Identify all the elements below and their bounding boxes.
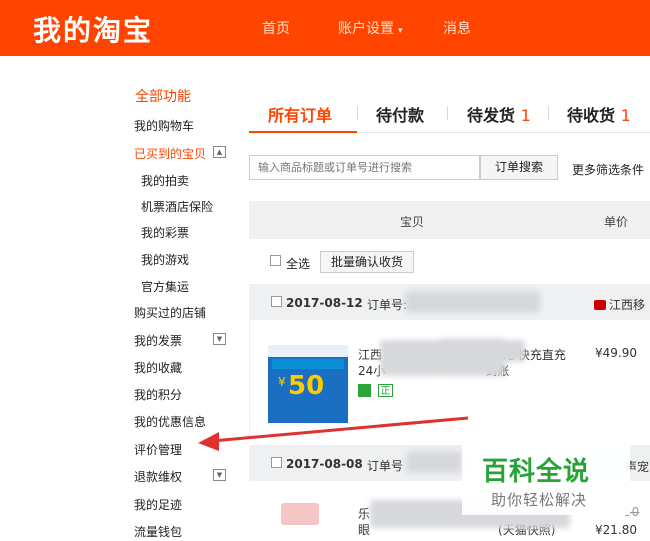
order-date: 2017-08-08	[286, 457, 363, 471]
collapse-toggle-icon[interactable]: ▲	[213, 146, 226, 158]
order-number-label: 订单号	[367, 459, 404, 473]
nav-messages-link[interactable]: 消息	[443, 18, 471, 38]
product-subtitle-start: 眼	[358, 523, 371, 537]
thumbnail-header-strip	[268, 345, 348, 357]
tab-pending-payment[interactable]: 待付款	[376, 102, 424, 126]
authentic-badge: 正	[378, 384, 393, 397]
nav-home-link[interactable]: 首页	[262, 18, 290, 38]
blurred-order-number	[406, 451, 462, 473]
sidebar-item-footprints[interactable]: 我的足迹	[134, 496, 182, 513]
chevron-down-icon: ▾	[398, 26, 403, 36]
shop-icon	[594, 300, 606, 310]
taobao-logo[interactable]: 我的淘宝	[33, 9, 153, 49]
top-bar: 我的淘宝 首页 账户设置 ▾ 消息	[0, 0, 650, 56]
tab-separator	[447, 106, 448, 120]
product-title[interactable]: 乐	[358, 505, 370, 522]
chevron-down-icon: ⌄	[644, 163, 650, 177]
order-checkbox[interactable]	[271, 457, 282, 468]
tab-separator	[548, 106, 549, 120]
tab-pending-receipt[interactable]: 待收货 1	[567, 102, 631, 126]
sidebar-item-favorites[interactable]: 我的收藏	[134, 359, 182, 376]
product-thumbnail[interactable]: ¥ 50	[268, 345, 348, 423]
active-tab-indicator	[249, 131, 357, 133]
blurred-order-number	[405, 291, 540, 313]
thumbnail-value-text: 50	[288, 371, 325, 401]
column-header-item: 宝贝	[400, 215, 425, 229]
expand-toggle-icon[interactable]: ▼	[213, 469, 226, 481]
sidebar-item-wallet[interactable]: 流量钱包	[134, 523, 182, 540]
tab-count-badge: 1	[620, 106, 631, 125]
unit-price: ¥49.90	[595, 346, 637, 360]
nav-account-settings[interactable]: 账户设置 ▾	[338, 18, 403, 38]
bulk-confirm-receipt-button[interactable]: 批量确认收货	[320, 251, 414, 273]
order-number-label: 订单号:	[367, 298, 408, 312]
more-filters-dropdown[interactable]: 更多筛选条件 ⌄	[572, 161, 650, 178]
sidebar-item-tickets[interactable]: 机票酒店保险	[141, 198, 213, 215]
watermark-subtitle: 助你轻松解决	[491, 491, 588, 509]
thumbnail-yen-text: ¥	[278, 375, 286, 389]
order-checkbox[interactable]	[271, 296, 282, 307]
expand-toggle-icon[interactable]: ▼	[213, 333, 226, 345]
sidebar-item-bought[interactable]: 已买到的宝贝	[134, 145, 206, 162]
thumbnail-banner-strip	[272, 359, 344, 369]
select-all-checkbox[interactable]	[270, 255, 281, 266]
guarantee-icon	[358, 384, 371, 397]
watermark-title: 百科全说	[482, 457, 591, 487]
sidebar-item-official[interactable]: 官方集运	[141, 278, 189, 295]
sidebar-item-reviews[interactable]: 评价管理	[134, 441, 182, 458]
select-all-label: 全选	[286, 257, 311, 271]
tab-separator	[357, 106, 358, 120]
sidebar-item-stores[interactable]: 购买过的店铺	[134, 304, 206, 321]
sidebar-item-cart[interactable]: 我的购物车	[134, 117, 194, 134]
tab-label: 待收货	[567, 106, 616, 125]
sidebar-item-games[interactable]: 我的游戏	[141, 251, 189, 268]
tab-all-orders[interactable]: 所有订单	[268, 102, 332, 126]
product-thumbnail[interactable]	[281, 503, 319, 525]
tab-pending-shipment[interactable]: 待发货 1	[467, 102, 531, 126]
order-search-button[interactable]: 订单搜索	[480, 155, 558, 180]
unit-price: ¥21.80	[595, 523, 637, 537]
tab-label: 待发货	[467, 106, 516, 125]
tab-count-badge: 1	[520, 106, 531, 125]
sidebar-item-auction[interactable]: 我的拍卖	[141, 172, 189, 189]
sidebar-item-invoice[interactable]: 我的发票	[134, 332, 182, 349]
blurred-product-title	[440, 340, 525, 362]
sidebar-item-refunds[interactable]: 退款维权	[134, 468, 182, 485]
sidebar-item-points[interactable]: 我的积分	[134, 386, 182, 403]
sidebar-item-coupons[interactable]: 我的优惠信息	[134, 413, 206, 430]
product-title-start: 江西	[358, 348, 383, 362]
nav-account-label: 账户设置	[338, 21, 394, 37]
shop-name-text: 江西移	[609, 298, 646, 312]
order-table-header	[249, 201, 650, 239]
order-date: 2017-08-12	[286, 296, 363, 310]
order-search-input[interactable]	[249, 155, 480, 180]
column-header-price: 单价	[604, 215, 629, 229]
sidebar-item-lottery[interactable]: 我的彩票	[141, 224, 189, 241]
shop-name[interactable]: 江西移	[594, 296, 645, 313]
more-filters-label: 更多筛选条件	[572, 163, 645, 177]
arrow-head	[198, 432, 219, 451]
sidebar-all-functions[interactable]: 全部功能	[135, 86, 191, 106]
